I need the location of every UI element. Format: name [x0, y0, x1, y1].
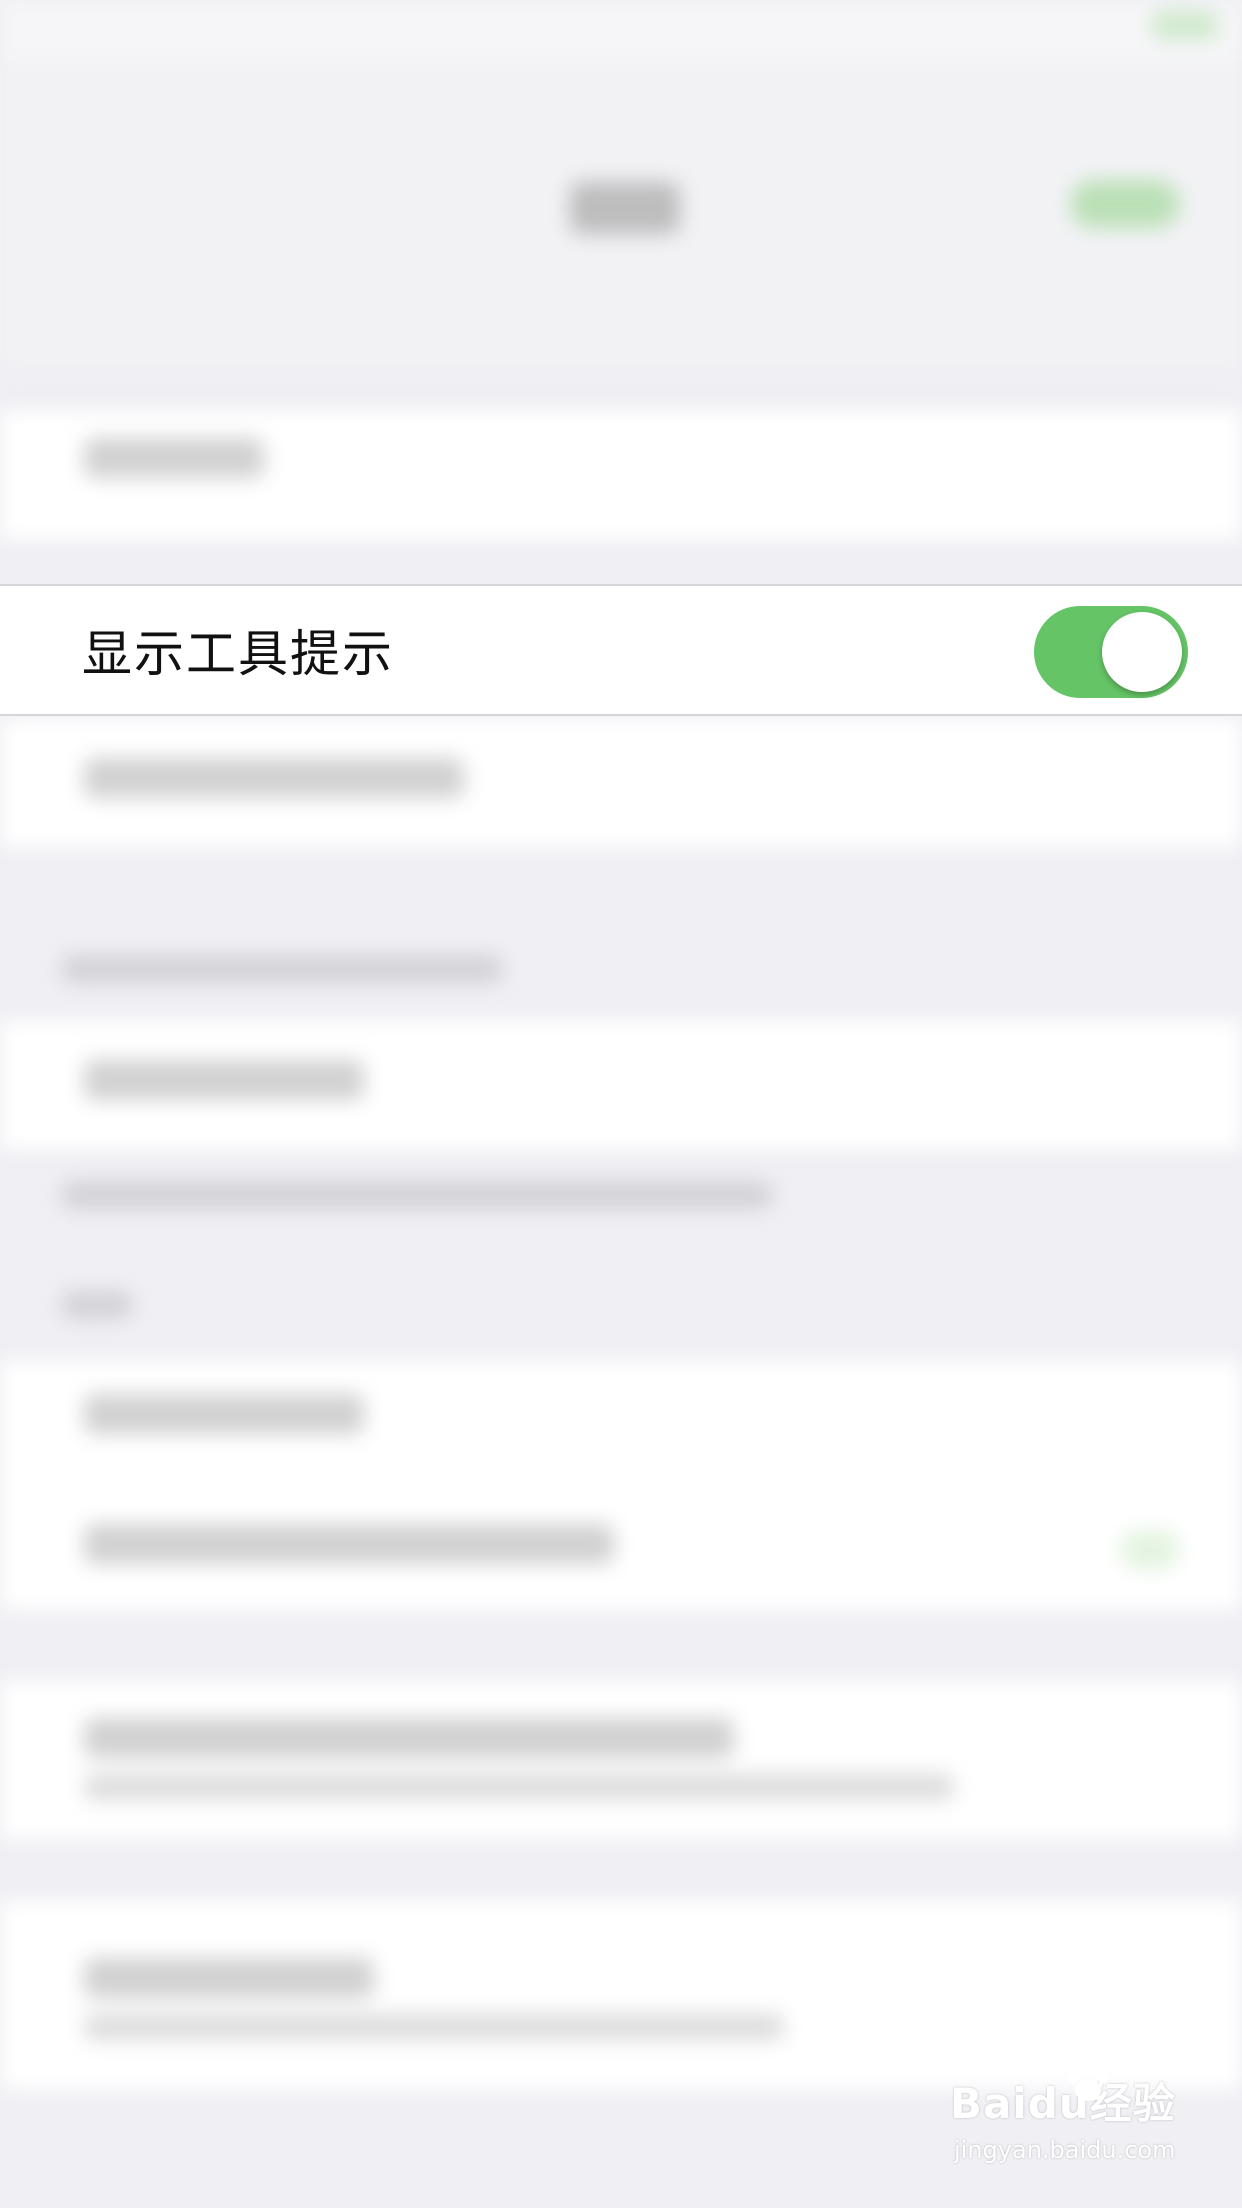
row-text-blurred	[84, 1060, 364, 1100]
footer-text-blurred	[62, 1182, 772, 1208]
status-bar-blurred	[0, 0, 1242, 60]
row-text-blurred	[84, 1958, 374, 1998]
section-header-blurred	[62, 1292, 132, 1318]
toggle-knob	[1102, 612, 1182, 692]
row-blurred	[0, 1680, 1242, 1840]
show-tooltips-row: 显示工具提示	[0, 584, 1242, 716]
show-tooltips-label: 显示工具提示	[82, 625, 394, 683]
section-header-blurred	[62, 956, 502, 982]
nav-title-blurred	[570, 182, 680, 234]
status-indicator-blurred	[1150, 10, 1220, 40]
watermark-url: jingyan.baidu.com	[954, 2136, 1176, 2164]
row-text-blurred	[84, 2014, 784, 2040]
blurred-background	[0, 0, 1242, 2208]
row-text-blurred	[84, 1394, 364, 1434]
row-text-blurred	[84, 1718, 734, 1758]
nav-action-blurred	[1070, 180, 1180, 228]
paw-icon	[1068, 2059, 1108, 2101]
baidu-jingyan-watermark: Baidu经验 jingyan.baidu.com	[950, 2059, 1230, 2190]
row-text-blurred	[84, 1524, 614, 1564]
row-text-blurred	[84, 438, 264, 478]
toggle-blurred	[1120, 1530, 1180, 1570]
row-text-blurred	[84, 758, 464, 798]
row-text-blurred	[84, 1774, 954, 1800]
show-tooltips-toggle[interactable]	[1034, 606, 1188, 698]
